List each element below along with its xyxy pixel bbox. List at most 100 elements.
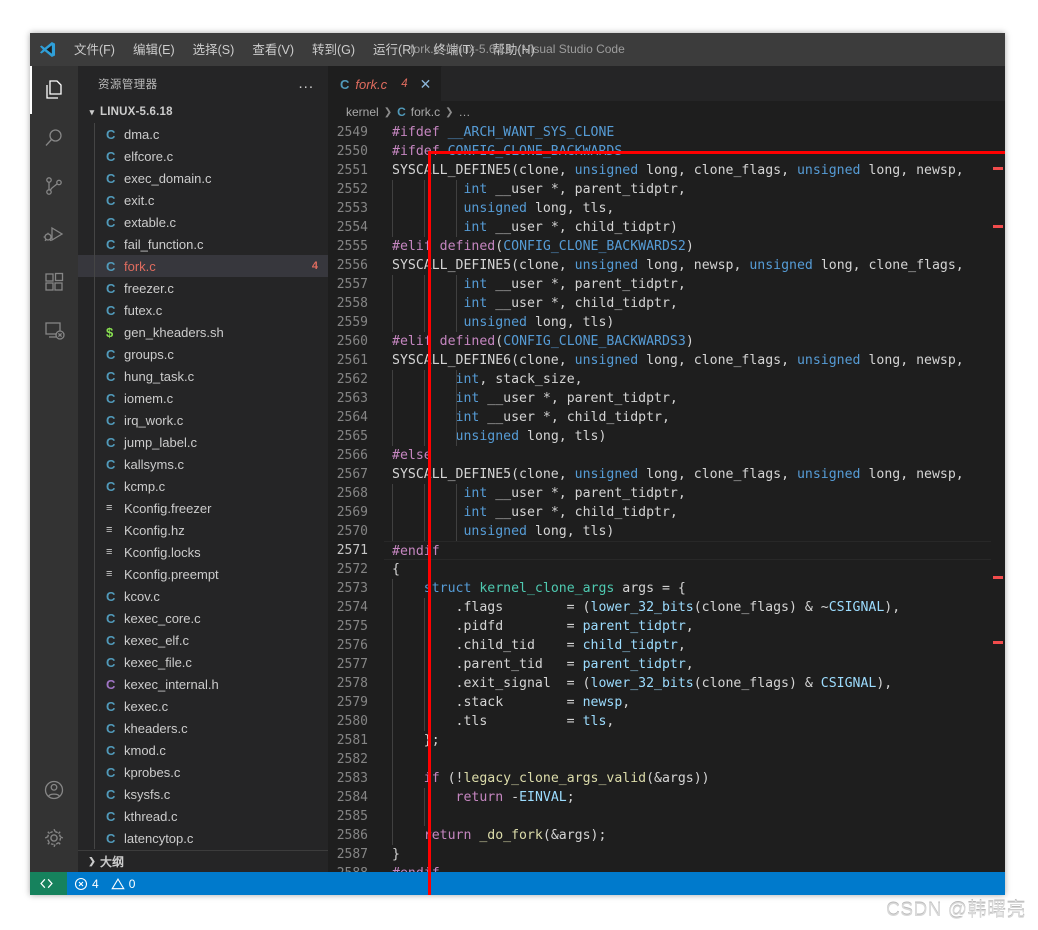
file-tree-item[interactable]: Cksysfs.c: [78, 783, 328, 805]
file-tree-item[interactable]: Clatencytop.c: [78, 827, 328, 849]
code-line[interactable]: 2586 return _do_fork(&args);: [328, 826, 1005, 845]
search-icon[interactable]: [30, 114, 78, 162]
file-tree-item[interactable]: Ckexec_elf.c: [78, 629, 328, 651]
code-line[interactable]: 2552 int __user *, parent_tidptr,: [328, 180, 1005, 199]
code-editor[interactable]: 2549 #ifdef __ARCH_WANT_SYS_CLONE 2550 #ifd…: [328, 123, 1005, 872]
file-tree-item[interactable]: Cfork.c 4: [78, 255, 328, 277]
code-line[interactable]: 2583 if (!legacy_clone_args_valid(&args)…: [328, 769, 1005, 788]
file-tree-item[interactable]: Ckexec_core.c: [78, 607, 328, 629]
code-line[interactable]: 2559 unsigned long, tls): [328, 313, 1005, 332]
code-line[interactable]: 2574 .flags = (lower_32_bits(clone_flags…: [328, 598, 1005, 617]
folder-root-row[interactable]: ▾ LINUX-5.6.18: [78, 101, 328, 123]
code-line[interactable]: 2578 .exit_signal = (lower_32_bits(clone…: [328, 674, 1005, 693]
code-line[interactable]: 2579 .stack = newsp,: [328, 693, 1005, 712]
file-tree-item[interactable]: Ckprobes.c: [78, 761, 328, 783]
code-line[interactable]: 2558 int __user *, child_tidptr,: [328, 294, 1005, 313]
code-line[interactable]: 2563 int __user *, parent_tidptr,: [328, 389, 1005, 408]
menu-file[interactable]: 文件(F): [65, 39, 124, 61]
code-line[interactable]: 2560 #elif defined(CONFIG_CLONE_BACKWARDS…: [328, 332, 1005, 351]
gear-settings-icon[interactable]: [30, 814, 78, 862]
file-tree-item[interactable]: Ciomem.c: [78, 387, 328, 409]
code-line[interactable]: 2571 #endif: [328, 541, 1005, 560]
source-control-branch-icon[interactable]: [30, 162, 78, 210]
remote-explorer-icon[interactable]: [30, 306, 78, 354]
file-tree-item[interactable]: Ckallsyms.c: [78, 453, 328, 475]
code-line[interactable]: 2570 unsigned long, tls): [328, 522, 1005, 541]
extensions-icon[interactable]: [30, 258, 78, 306]
file-tree-item[interactable]: Chung_task.c: [78, 365, 328, 387]
remote-connection-indicator[interactable]: [30, 872, 67, 895]
breadcrumb-item-file[interactable]: fork.c: [411, 105, 440, 119]
file-tree-item[interactable]: ≡ Kconfig.hz: [78, 519, 328, 541]
menu-help[interactable]: 帮助(H): [483, 39, 543, 61]
menu-terminal[interactable]: 终端(T): [424, 39, 483, 61]
file-tree-item[interactable]: Cgroups.c: [78, 343, 328, 365]
code-line[interactable]: 2588#endif: [328, 864, 1005, 872]
code-line[interactable]: 2580 .tls = tls,: [328, 712, 1005, 731]
code-line[interactable]: 2567 SYSCALL_DEFINE5(clone, unsigned long…: [328, 465, 1005, 484]
overview-ruler[interactable]: [991, 123, 1005, 872]
code-line[interactable]: 2557 int __user *, parent_tidptr,: [328, 275, 1005, 294]
run-and-debug-icon[interactable]: [30, 210, 78, 258]
code-line[interactable]: 2577 .parent_tid = parent_tidptr,: [328, 655, 1005, 674]
code-line[interactable]: 2581 };: [328, 731, 1005, 750]
file-tree-item[interactable]: ≡ Kconfig.preempt: [78, 563, 328, 585]
menu-run[interactable]: 运行(R): [364, 39, 424, 61]
file-tree-item[interactable]: Cfreezer.c: [78, 277, 328, 299]
explorer-files-icon[interactable]: [30, 66, 78, 114]
file-tree-item[interactable]: Cexit.c: [78, 189, 328, 211]
file-tree-item[interactable]: $ gen_kheaders.sh: [78, 321, 328, 343]
code-line[interactable]: 2561 SYSCALL_DEFINE6(clone, unsigned long…: [328, 351, 1005, 370]
breadcrumb-item-symbol[interactable]: …: [458, 105, 470, 119]
file-tree-item[interactable]: Cfutex.c: [78, 299, 328, 321]
code-line[interactable]: 2565 unsigned long, tls): [328, 427, 1005, 446]
file-tree[interactable]: Cdma.c Celfcore.c Cexec_domain.c Cexit.c Cex…: [78, 123, 328, 850]
file-tree-item[interactable]: Cirq_work.c: [78, 409, 328, 431]
file-tree-item[interactable]: Ckmod.c: [78, 739, 328, 761]
file-tree-item[interactable]: Cexec_domain.c: [78, 167, 328, 189]
file-tree-item[interactable]: Ckcmp.c: [78, 475, 328, 497]
file-tree-item[interactable]: Cextable.c: [78, 211, 328, 233]
file-tree-item[interactable]: Cfail_function.c: [78, 233, 328, 255]
code-line[interactable]: 2551 SYSCALL_DEFINE5(clone, unsigned long…: [328, 161, 1005, 180]
menu-edit[interactable]: 编辑(E): [124, 39, 184, 61]
outline-section-header[interactable]: ❯ 大纲: [78, 850, 328, 872]
file-tree-item[interactable]: ≡ Kconfig.freezer: [78, 497, 328, 519]
file-tree-item[interactable]: Ckthread.c: [78, 805, 328, 827]
file-tree-item[interactable]: ≡ Kconfig.locks: [78, 541, 328, 563]
code-line[interactable]: 2553 unsigned long, tls,: [328, 199, 1005, 218]
code-line[interactable]: 2582: [328, 750, 1005, 769]
file-tree-item[interactable]: Cjump_label.c: [78, 431, 328, 453]
problems-status[interactable]: 4 0: [67, 872, 142, 895]
menu-selection[interactable]: 选择(S): [184, 39, 244, 61]
code-line[interactable]: 2549 #ifdef __ARCH_WANT_SYS_CLONE: [328, 123, 1005, 142]
file-tree-item[interactable]: Ckexec.c: [78, 695, 328, 717]
code-line[interactable]: 2566 #else: [328, 446, 1005, 465]
code-line[interactable]: 2564 int __user *, child_tidptr,: [328, 408, 1005, 427]
close-icon[interactable]: ✕: [414, 76, 432, 93]
code-line[interactable]: 2575 .pidfd = parent_tidptr,: [328, 617, 1005, 636]
code-line[interactable]: 2576 .child_tid = child_tidptr,: [328, 636, 1005, 655]
code-line[interactable]: 2554 int __user *, child_tidptr): [328, 218, 1005, 237]
code-line[interactable]: 2585: [328, 807, 1005, 826]
code-line[interactable]: 2569 int __user *, child_tidptr,: [328, 503, 1005, 522]
code-line[interactable]: 2573 struct kernel_clone_args args = {: [328, 579, 1005, 598]
sidebar-more-actions-icon[interactable]: ...: [298, 75, 320, 92]
file-tree-item[interactable]: Ckcov.c: [78, 585, 328, 607]
code-line[interactable]: 2556 SYSCALL_DEFINE5(clone, unsigned long…: [328, 256, 1005, 275]
file-tree-item[interactable]: Celfcore.c: [78, 145, 328, 167]
code-line[interactable]: 2584 return -EINVAL;: [328, 788, 1005, 807]
breadcrumb-item-kernel[interactable]: kernel: [346, 105, 379, 119]
file-tree-item[interactable]: Ckexec_file.c: [78, 651, 328, 673]
file-tree-item[interactable]: Ckheaders.c: [78, 717, 328, 739]
code-line[interactable]: 2562 int, stack_size,: [328, 370, 1005, 389]
menu-go[interactable]: 转到(G): [303, 39, 364, 61]
account-person-icon[interactable]: [30, 766, 78, 814]
file-tree-item[interactable]: Cdma.c: [78, 123, 328, 145]
code-line[interactable]: 2568 int __user *, parent_tidptr,: [328, 484, 1005, 503]
code-line[interactable]: 2587}: [328, 845, 1005, 864]
file-tree-item[interactable]: Ckexec_internal.h: [78, 673, 328, 695]
code-line[interactable]: 2572 {: [328, 560, 1005, 579]
code-line[interactable]: 2550 #ifdef CONFIG_CLONE_BACKWARDS: [328, 142, 1005, 161]
menu-view[interactable]: 查看(V): [243, 39, 303, 61]
